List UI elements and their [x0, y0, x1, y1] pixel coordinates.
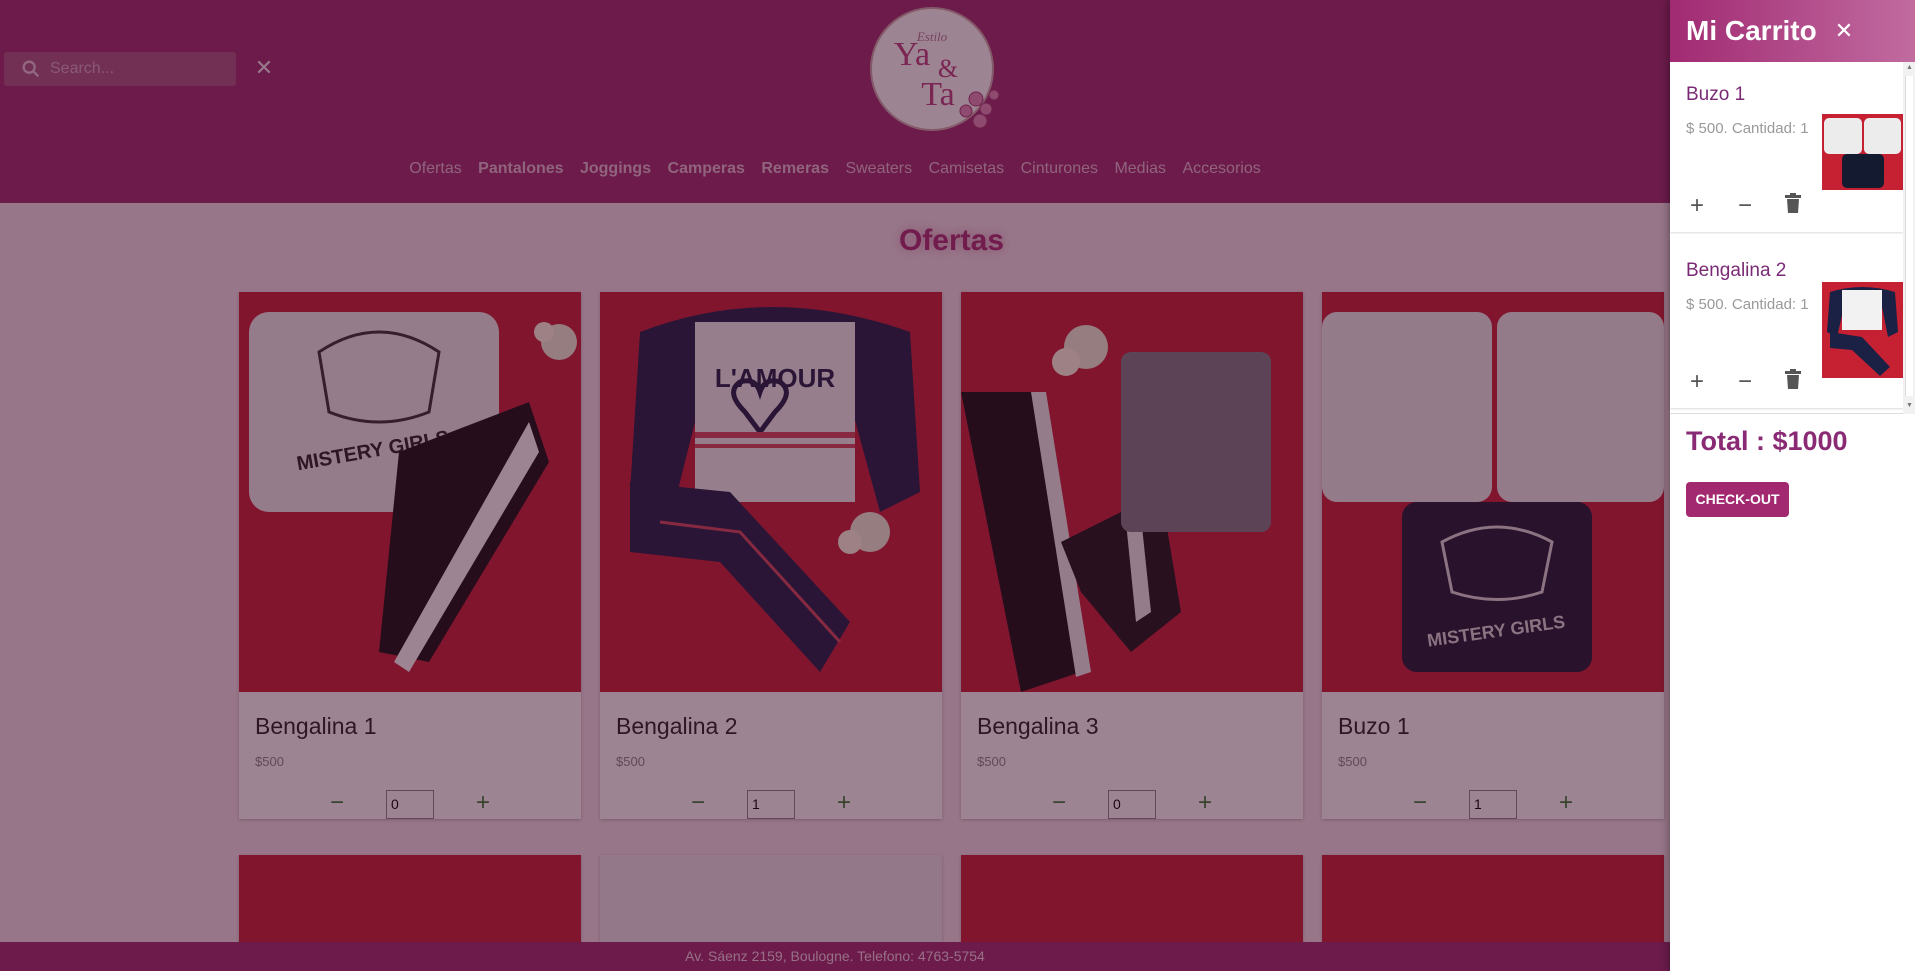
cart-item: Buzo 1 $ 500. Cantidad: 1 + −	[1670, 62, 1903, 232]
cart-title: Mi Carrito	[1686, 15, 1817, 46]
cart-scrollbar[interactable]: ▲ ▼	[1903, 62, 1915, 414]
cart-item-thumbnail	[1822, 114, 1903, 190]
scrollbar-thumb[interactable]	[1905, 76, 1913, 396]
cart-item-details: $ 500. Cantidad: 1	[1686, 120, 1809, 137]
scroll-up-icon[interactable]: ▲	[1906, 64, 1913, 71]
cart-header: Mi Carrito ✕	[1670, 0, 1915, 62]
cart-item-actions: + −	[1684, 369, 1828, 395]
scroll-down-icon[interactable]: ▼	[1906, 402, 1913, 409]
trash-icon[interactable]	[1780, 193, 1806, 219]
cart-item: Bengalina 2 $ 500. Cantidad: 1 + −	[1670, 238, 1903, 408]
cart-item-details: $ 500. Cantidad: 1	[1686, 296, 1809, 313]
cart-item-name: Bengalina 2	[1686, 260, 1787, 281]
cart-total: Total : $1000	[1686, 426, 1848, 456]
cart-item-name: Buzo 1	[1686, 84, 1746, 105]
trash-icon[interactable]	[1780, 369, 1806, 395]
cart-item-actions: + −	[1684, 193, 1828, 219]
close-icon[interactable]: ✕	[1835, 18, 1853, 44]
cart-list: Buzo 1 $ 500. Cantidad: 1 + − Bengalina …	[1670, 62, 1915, 414]
plus-icon[interactable]: +	[1684, 193, 1710, 219]
minus-icon[interactable]: −	[1732, 193, 1758, 219]
modal-backdrop[interactable]	[0, 0, 1670, 971]
checkout-button[interactable]: CHECK-OUT	[1686, 482, 1789, 517]
cart-drawer: Mi Carrito ✕ Buzo 1 $ 500. Cantidad: 1 +…	[1670, 0, 1915, 971]
cart-item-thumbnail	[1822, 282, 1903, 378]
plus-icon[interactable]: +	[1684, 369, 1710, 395]
minus-icon[interactable]: −	[1732, 369, 1758, 395]
